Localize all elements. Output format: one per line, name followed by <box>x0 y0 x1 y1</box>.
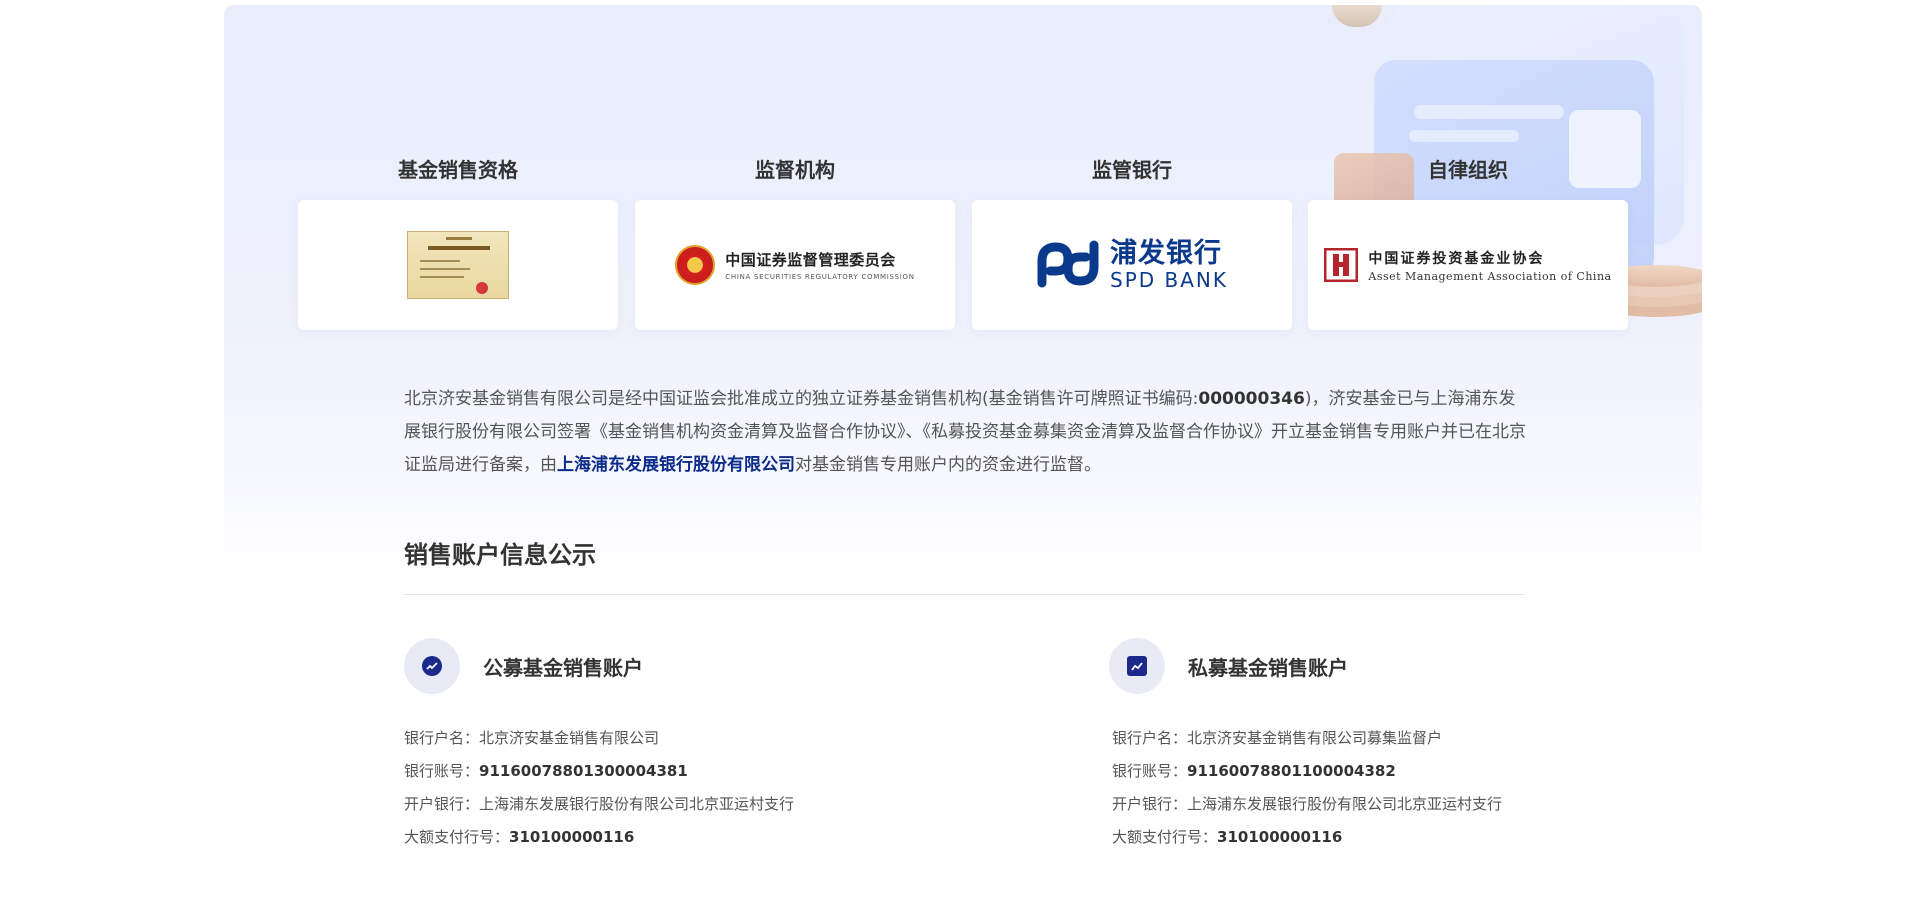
decor-bar <box>1409 130 1519 142</box>
spdb-logo-en: SPD BANK <box>1110 268 1228 292</box>
private-fund-account-details: 银行户名：北京济安基金销售有限公司募集监督户 银行账号：911600788011… <box>1112 722 1502 854</box>
column-title-regulator: 监督机构 <box>755 158 835 182</box>
intro-paragraph: 北京济安基金销售有限公司是经中国证监会批准成立的独立证券基金销售机构(基金销售许… <box>404 383 1529 482</box>
amac-seal-icon <box>1324 248 1359 282</box>
amac-logo-en: Asset Management Association of China <box>1368 269 1612 283</box>
private-fund-account-header: 私募基金销售账户 <box>1109 638 1348 694</box>
public-fund-account-details: 银行户名：北京济安基金销售有限公司 银行账号：91160078801300004… <box>404 722 794 854</box>
bank-account-name: 北京济安基金销售有限公司 <box>479 729 660 747</box>
license-card[interactable] <box>298 200 618 330</box>
bank-account-name-row: 银行户名：北京济安基金销售有限公司 <box>404 729 660 747</box>
intro-text: 北京济安基金销售有限公司是经中国证监会批准成立的独立证券基金销售机构(基金销售许… <box>404 389 1199 409</box>
divider <box>404 594 1524 595</box>
bank-account-name: 北京济安基金销售有限公司募集监督户 <box>1187 729 1443 747</box>
decor-bar <box>1414 105 1564 119</box>
csrc-logo: 中国证券监督管理委员会 CHINA SECURITIES REGULATORY … <box>675 245 914 285</box>
column-title-fund-sales: 基金销售资格 <box>398 158 518 182</box>
trend-chart-icon <box>404 638 460 694</box>
payment-code-row: 大额支付行号：310100000116 <box>404 828 635 846</box>
spdb-logo: 浦发银行 SPD BANK <box>1036 237 1228 293</box>
coin-icon <box>1332 5 1382 27</box>
amac-logo-cn: 中国证券投资基金业协会 <box>1368 250 1545 267</box>
csrc-logo-en: CHINA SECURITIES REGULATORY COMMISSION <box>725 273 915 281</box>
national-emblem-icon <box>675 245 716 285</box>
spdb-mark-icon <box>1037 240 1099 288</box>
bank-account-number: 91160078801100004382 <box>1187 762 1396 780</box>
amac-logo: 中国证券投资基金业协会 Asset Management Association… <box>1324 248 1611 283</box>
bank-name-highlight: 上海浦东发展银行股份有限公司 <box>557 455 795 475</box>
amac-card[interactable]: 中国证券投资基金业协会 Asset Management Association… <box>1308 200 1628 330</box>
bank-account-name-row: 银行户名：北京济安基金销售有限公司募集监督户 <box>1112 729 1443 747</box>
spdb-card[interactable]: 浦发银行 SPD BANK <box>972 200 1292 330</box>
bank-account-number-row: 银行账号：91160078801300004381 <box>404 762 688 780</box>
public-fund-account-title: 公募基金销售账户 <box>483 655 643 680</box>
bank-branch: 上海浦东发展银行股份有限公司北京亚运村支行 <box>1187 795 1503 813</box>
bank-branch: 上海浦东发展银行股份有限公司北京亚运村支行 <box>479 795 795 813</box>
column-title-custodian-bank: 监管银行 <box>1092 158 1172 182</box>
column-title-self-regulatory: 自律组织 <box>1428 158 1508 182</box>
bank-branch-row: 开户银行：上海浦东发展银行股份有限公司北京亚运村支行 <box>404 795 795 813</box>
license-number: 000000346 <box>1198 389 1305 409</box>
public-fund-account-header: 公募基金销售账户 <box>404 638 643 694</box>
spdb-logo-cn: 浦发银行 <box>1110 238 1222 269</box>
payment-code: 310100000116 <box>1217 828 1343 846</box>
intro-text: 对基金销售专用账户内的资金进行监督。 <box>795 455 1101 475</box>
bank-branch-row: 开户银行：上海浦东发展银行股份有限公司北京亚运村支行 <box>1112 795 1503 813</box>
csrc-logo-cn: 中国证券监督管理委员会 <box>725 251 896 269</box>
growth-chart-icon <box>1109 638 1165 694</box>
section-title: 销售账户信息公示 <box>404 541 596 569</box>
payment-code-row: 大额支付行号：310100000116 <box>1112 828 1343 846</box>
bank-account-number: 91160078801300004381 <box>479 762 688 780</box>
bank-account-number-row: 银行账号：91160078801100004382 <box>1112 762 1396 780</box>
payment-code: 310100000116 <box>509 828 635 846</box>
certificate-icon <box>407 231 509 299</box>
private-fund-account-title: 私募基金销售账户 <box>1188 655 1348 680</box>
csrc-card[interactable]: 中国证券监督管理委员会 CHINA SECURITIES REGULATORY … <box>635 200 955 330</box>
